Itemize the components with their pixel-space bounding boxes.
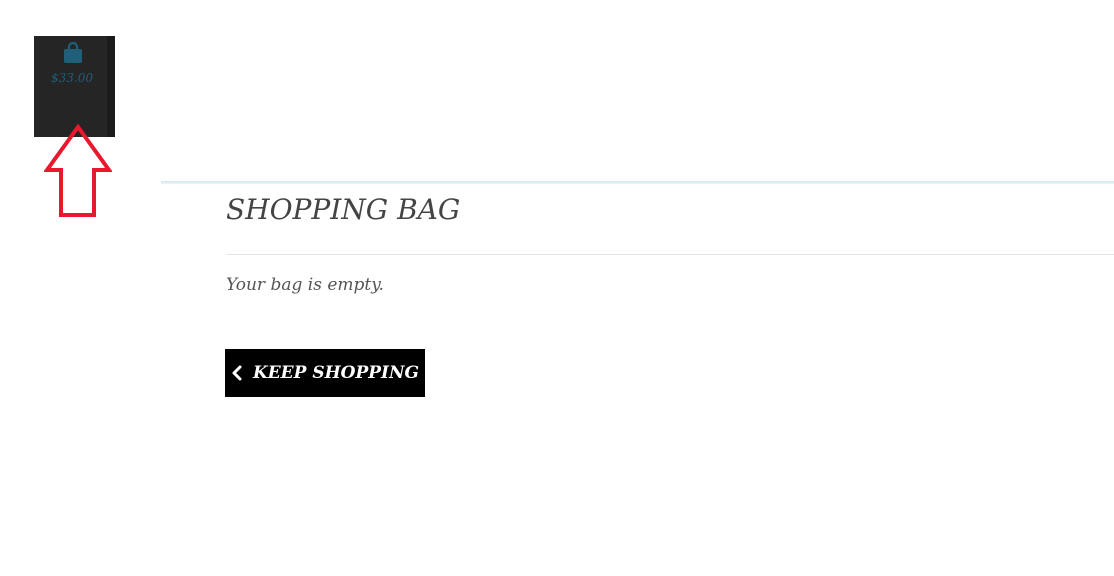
- title-divider: [226, 254, 1114, 255]
- mini-cart-button[interactable]: $33.00: [34, 36, 115, 137]
- page: $33.00 SHOPPING BAG Your bag is empty. K…: [0, 0, 1114, 576]
- empty-bag-message: Your bag is empty.: [226, 275, 384, 295]
- shopping-bag-icon: [64, 42, 82, 63]
- header-divider: [161, 181, 1114, 184]
- keep-shopping-button[interactable]: KEEP SHOPPING: [225, 349, 425, 397]
- chevron-left-icon: [232, 365, 242, 381]
- cart-total: $33.00: [51, 71, 93, 85]
- keep-shopping-label: KEEP SHOPPING: [252, 363, 420, 383]
- page-title: SHOPPING BAG: [226, 193, 461, 226]
- up-arrow-outline-icon: [44, 124, 112, 217]
